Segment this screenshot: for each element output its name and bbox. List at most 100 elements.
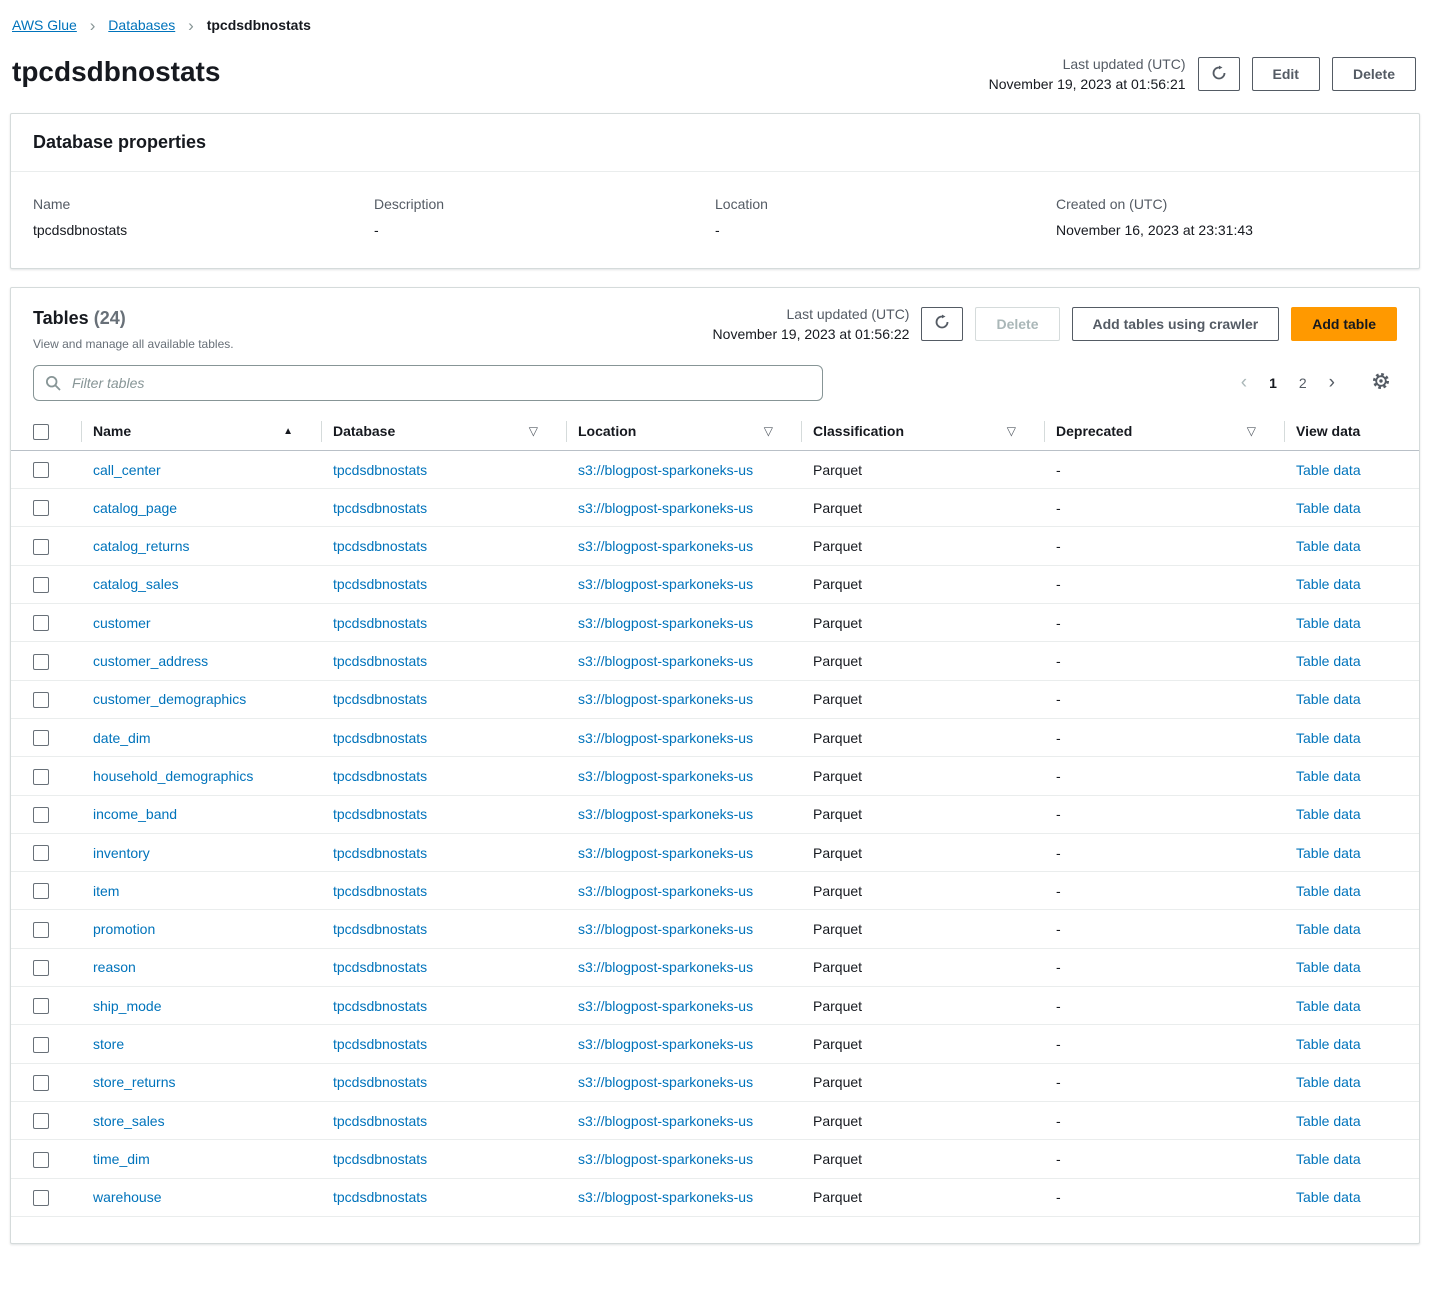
table-location-link[interactable]: s3://blogpost-sparkoneks-us xyxy=(578,1074,753,1090)
table-location-link[interactable]: s3://blogpost-sparkoneks-us xyxy=(578,845,753,861)
table-database-link[interactable]: tpcdsdbnostats xyxy=(333,538,427,554)
row-checkbox[interactable] xyxy=(33,1151,49,1168)
table-location-link[interactable]: s3://blogpost-sparkoneks-us xyxy=(578,883,753,899)
table-data-link[interactable]: Table data xyxy=(1296,653,1361,669)
row-checkbox[interactable] xyxy=(33,806,49,823)
table-location-link[interactable]: s3://blogpost-sparkoneks-us xyxy=(578,615,753,631)
row-checkbox[interactable] xyxy=(33,768,49,785)
table-name-link[interactable]: store_sales xyxy=(93,1113,165,1129)
table-database-link[interactable]: tpcdsdbnostats xyxy=(333,1074,427,1090)
table-data-link[interactable]: Table data xyxy=(1296,1189,1361,1205)
row-checkbox[interactable] xyxy=(33,462,49,479)
table-location-link[interactable]: s3://blogpost-sparkoneks-us xyxy=(578,768,753,784)
table-name-link[interactable]: store_returns xyxy=(93,1074,175,1090)
table-database-link[interactable]: tpcdsdbnostats xyxy=(333,998,427,1014)
row-checkbox[interactable] xyxy=(33,577,49,594)
table-data-link[interactable]: Table data xyxy=(1296,806,1361,822)
table-database-link[interactable]: tpcdsdbnostats xyxy=(333,576,427,592)
table-location-link[interactable]: s3://blogpost-sparkoneks-us xyxy=(578,806,753,822)
table-database-link[interactable]: tpcdsdbnostats xyxy=(333,806,427,822)
breadcrumb-link-databases[interactable]: Databases xyxy=(108,17,175,33)
add-table-button[interactable]: Add table xyxy=(1291,306,1397,341)
column-header-location[interactable]: Location ▽ xyxy=(566,412,801,451)
table-location-link[interactable]: s3://blogpost-sparkoneks-us xyxy=(578,576,753,592)
table-location-link[interactable]: s3://blogpost-sparkoneks-us xyxy=(578,1151,753,1167)
table-location-link[interactable]: s3://blogpost-sparkoneks-us xyxy=(578,500,753,516)
table-database-link[interactable]: tpcdsdbnostats xyxy=(333,691,427,707)
table-location-link[interactable]: s3://blogpost-sparkoneks-us xyxy=(578,998,753,1014)
table-location-link[interactable]: s3://blogpost-sparkoneks-us xyxy=(578,691,753,707)
table-database-link[interactable]: tpcdsdbnostats xyxy=(333,1151,427,1167)
table-name-link[interactable]: time_dim xyxy=(93,1151,150,1167)
table-data-link[interactable]: Table data xyxy=(1296,615,1361,631)
filter-tables-input[interactable] xyxy=(33,364,823,401)
breadcrumb-link-aws-glue[interactable]: AWS Glue xyxy=(12,17,77,33)
row-checkbox[interactable] xyxy=(33,998,49,1015)
table-database-link[interactable]: tpcdsdbnostats xyxy=(333,500,427,516)
table-location-link[interactable]: s3://blogpost-sparkoneks-us xyxy=(578,1189,753,1205)
table-data-link[interactable]: Table data xyxy=(1296,730,1361,746)
table-database-link[interactable]: tpcdsdbnostats xyxy=(333,653,427,669)
table-name-link[interactable]: household_demographics xyxy=(93,768,253,784)
row-checkbox[interactable] xyxy=(33,845,49,862)
table-name-link[interactable]: customer_address xyxy=(93,653,208,669)
table-location-link[interactable]: s3://blogpost-sparkoneks-us xyxy=(578,653,753,669)
table-data-link[interactable]: Table data xyxy=(1296,538,1361,554)
row-checkbox[interactable] xyxy=(33,1036,49,1053)
row-checkbox[interactable] xyxy=(33,538,49,555)
row-checkbox[interactable] xyxy=(33,615,49,632)
table-database-link[interactable]: tpcdsdbnostats xyxy=(333,768,427,784)
table-data-link[interactable]: Table data xyxy=(1296,845,1361,861)
table-database-link[interactable]: tpcdsdbnostats xyxy=(333,615,427,631)
table-data-link[interactable]: Table data xyxy=(1296,1151,1361,1167)
table-data-link[interactable]: Table data xyxy=(1296,921,1361,937)
row-checkbox[interactable] xyxy=(33,653,49,670)
refresh-button[interactable] xyxy=(1197,57,1240,92)
table-name-link[interactable]: promotion xyxy=(93,921,155,937)
table-data-link[interactable]: Table data xyxy=(1296,500,1361,516)
table-name-link[interactable]: warehouse xyxy=(93,1189,162,1205)
row-checkbox[interactable] xyxy=(33,1113,49,1130)
table-name-link[interactable]: catalog_sales xyxy=(93,576,179,592)
table-data-link[interactable]: Table data xyxy=(1296,1036,1361,1052)
table-data-link[interactable]: Table data xyxy=(1296,998,1361,1014)
delete-button[interactable]: Delete xyxy=(1331,57,1416,92)
table-database-link[interactable]: tpcdsdbnostats xyxy=(333,462,427,478)
edit-button[interactable]: Edit xyxy=(1251,57,1320,92)
row-checkbox[interactable] xyxy=(33,883,49,900)
row-checkbox[interactable] xyxy=(33,921,49,938)
table-location-link[interactable]: s3://blogpost-sparkoneks-us xyxy=(578,921,753,937)
pagination-page-1[interactable]: 1 xyxy=(1261,371,1285,395)
table-name-link[interactable]: customer xyxy=(93,615,151,631)
select-all-checkbox[interactable] xyxy=(33,423,49,440)
table-database-link[interactable]: tpcdsdbnostats xyxy=(333,730,427,746)
row-checkbox[interactable] xyxy=(33,500,49,517)
table-database-link[interactable]: tpcdsdbnostats xyxy=(333,1189,427,1205)
row-checkbox[interactable] xyxy=(33,730,49,747)
table-name-link[interactable]: customer_demographics xyxy=(93,691,246,707)
table-data-link[interactable]: Table data xyxy=(1296,959,1361,975)
column-header-name[interactable]: Name ▲ xyxy=(81,412,321,451)
row-checkbox[interactable] xyxy=(33,691,49,708)
table-data-link[interactable]: Table data xyxy=(1296,576,1361,592)
table-data-link[interactable]: Table data xyxy=(1296,691,1361,707)
table-data-link[interactable]: Table data xyxy=(1296,883,1361,899)
column-header-deprecated[interactable]: Deprecated ▽ xyxy=(1044,412,1284,451)
table-database-link[interactable]: tpcdsdbnostats xyxy=(333,921,427,937)
add-tables-using-crawler-button[interactable]: Add tables using crawler xyxy=(1071,306,1280,341)
table-name-link[interactable]: call_center xyxy=(93,462,161,478)
table-database-link[interactable]: tpcdsdbnostats xyxy=(333,959,427,975)
row-checkbox[interactable] xyxy=(33,960,49,977)
table-name-link[interactable]: reason xyxy=(93,959,136,975)
table-location-link[interactable]: s3://blogpost-sparkoneks-us xyxy=(578,959,753,975)
table-location-link[interactable]: s3://blogpost-sparkoneks-us xyxy=(578,538,753,554)
table-name-link[interactable]: store xyxy=(93,1036,124,1052)
row-checkbox[interactable] xyxy=(33,1074,49,1091)
table-location-link[interactable]: s3://blogpost-sparkoneks-us xyxy=(578,1113,753,1129)
table-data-link[interactable]: Table data xyxy=(1296,1113,1361,1129)
table-data-link[interactable]: Table data xyxy=(1296,462,1361,478)
table-name-link[interactable]: ship_mode xyxy=(93,998,162,1014)
tables-refresh-button[interactable] xyxy=(921,306,964,341)
table-database-link[interactable]: tpcdsdbnostats xyxy=(333,883,427,899)
pagination-page-2[interactable]: 2 xyxy=(1291,371,1315,395)
